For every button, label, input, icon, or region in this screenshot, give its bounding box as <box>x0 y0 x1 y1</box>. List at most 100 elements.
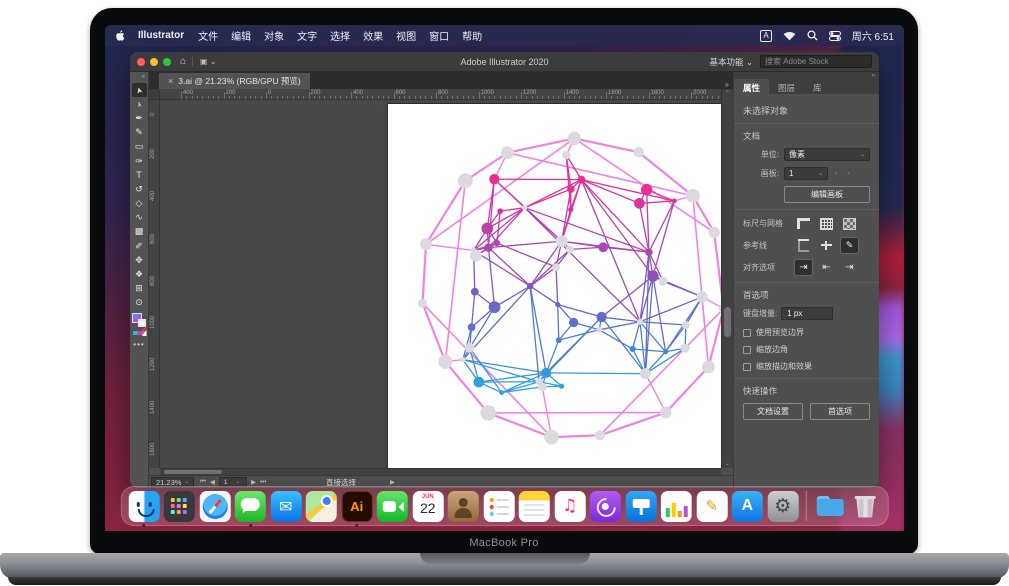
units-select[interactable]: 像素⌄ <box>784 148 870 161</box>
artboard[interactable] <box>388 104 721 468</box>
document-tab[interactable]: × 3.ai @ 21.23% (RGB/GPU 预览) <box>159 73 311 89</box>
first-artboard-icon[interactable]: ⏮ <box>200 478 206 486</box>
vertical-scroll-thumb[interactable] <box>724 307 731 337</box>
panel-tab-属性[interactable]: 属性 <box>734 79 769 94</box>
window-titlebar[interactable]: ⌂ ▣ ⌄ Adobe Illustrator 2020 基本功能 ⌄ <box>130 52 879 72</box>
next-artboard-icon[interactable]: ▶ <box>251 478 256 486</box>
close-window-button[interactable] <box>137 58 145 66</box>
spotlight-search-icon[interactable] <box>807 30 818 41</box>
tab-close-icon[interactable]: × <box>168 76 173 86</box>
snap-to-pixel-icon[interactable] <box>841 260 858 275</box>
direct-selection-tool[interactable]: ➢ <box>132 97 147 111</box>
dock-item-numbers[interactable] <box>661 491 692 522</box>
contacts-icon[interactable] <box>448 491 479 522</box>
horizontal-scroll-thumb[interactable] <box>164 470 222 474</box>
workspace-switcher[interactable]: 基本功能 ⌄ <box>710 56 754 68</box>
calendar-icon[interactable]: JUN22 <box>412 491 443 522</box>
dock-item-trash[interactable] <box>850 491 881 522</box>
shape-builder-tool[interactable]: ❖ <box>132 267 147 281</box>
dock-item-safari[interactable] <box>199 491 230 522</box>
tab-overflow-icon[interactable]: » <box>725 80 733 89</box>
menubar-item[interactable]: 文件 <box>198 28 218 43</box>
document-setup-button[interactable]: 文档设置 <box>743 403 803 420</box>
transparency-grid-icon[interactable] <box>841 216 858 231</box>
vertical-scrollbar[interactable]: ⌃ ⌄ <box>721 89 733 468</box>
dock-item-contacts[interactable] <box>448 491 479 522</box>
gradient-tool[interactable]: ▩ <box>132 225 147 239</box>
menubar-item[interactable]: 文字 <box>297 28 317 43</box>
dock-item-music[interactable] <box>554 491 585 522</box>
artboard-select[interactable]: 1⌄ <box>784 167 828 180</box>
maps-icon[interactable] <box>306 491 337 522</box>
dock-item-facetime[interactable] <box>377 491 408 522</box>
home-icon[interactable]: ⌂ <box>180 56 186 67</box>
corner-ruler-icon[interactable] <box>795 216 812 231</box>
dock-item-keynote[interactable] <box>625 491 656 522</box>
facetime-icon[interactable] <box>377 491 408 522</box>
checkbox[interactable] <box>743 329 751 337</box>
notes-icon[interactable] <box>519 491 550 522</box>
minimize-window-button[interactable] <box>150 58 158 66</box>
stock-search-input[interactable] <box>760 55 872 68</box>
dock-item-reminders[interactable] <box>483 491 514 522</box>
grid-icon[interactable] <box>818 216 835 231</box>
dock-item-launchpad[interactable] <box>164 491 195 522</box>
control-center-icon[interactable] <box>829 31 841 41</box>
pen-tool[interactable]: ✒ <box>132 111 147 125</box>
menubar-item[interactable]: 帮助 <box>462 28 482 43</box>
menubar-item[interactable]: 编辑 <box>231 28 251 43</box>
dock-item-podcasts[interactable] <box>590 491 621 522</box>
eyedropper-tool[interactable]: ✐ <box>132 239 147 253</box>
dock-item-notes[interactable] <box>519 491 550 522</box>
menubar-item[interactable]: 选择 <box>330 28 350 43</box>
stroke-swatch[interactable] <box>138 319 146 327</box>
pages-icon[interactable] <box>696 491 727 522</box>
dock-item-illustrator[interactable]: Ai <box>341 491 372 522</box>
type-tool[interactable]: T <box>132 168 147 182</box>
zoom-tool[interactable]: ⊙ <box>132 296 147 310</box>
numbers-icon[interactable] <box>661 491 692 522</box>
tools-collapse-icon[interactable]: » <box>142 72 148 83</box>
reminders-icon[interactable] <box>483 491 514 522</box>
guides-icon[interactable] <box>795 238 812 253</box>
scale-tool[interactable]: ◇ <box>132 197 147 211</box>
launchpad-icon[interactable] <box>164 491 195 522</box>
curvature-tool[interactable]: ✎ <box>132 126 147 140</box>
horizontal-scrollbar[interactable] <box>160 468 721 475</box>
zoom-window-button[interactable] <box>163 58 171 66</box>
music-icon[interactable] <box>554 491 585 522</box>
menubar-item[interactable]: 效果 <box>363 28 383 43</box>
checkbox[interactable] <box>743 363 751 371</box>
edit-artboards-button[interactable]: 编辑画板 <box>784 186 870 203</box>
ruler-origin-corner[interactable] <box>149 89 160 100</box>
dock-item-messages[interactable] <box>235 491 266 522</box>
mail-icon[interactable] <box>270 491 301 522</box>
appstore-icon[interactable] <box>732 491 763 522</box>
artboard-tool[interactable]: ⊞ <box>132 282 147 296</box>
finder-icon[interactable] <box>128 491 159 522</box>
color-mode-bar[interactable] <box>133 331 146 335</box>
vertical-ruler[interactable]: 02004006008001000120014001600 <box>149 100 160 468</box>
hand-tool[interactable]: ✥ <box>132 253 147 267</box>
dock-item-pages[interactable] <box>696 491 727 522</box>
paintbrush-tool[interactable]: ✑ <box>132 154 147 168</box>
dock-item-folder[interactable] <box>814 491 845 522</box>
menubar-item[interactable]: 窗口 <box>429 28 449 43</box>
dock-item-finder[interactable] <box>128 491 159 522</box>
dock-item-calendar[interactable]: JUN22 <box>412 491 443 522</box>
scroll-down-icon[interactable]: ⌄ <box>725 460 730 467</box>
dock-item-appstore[interactable] <box>732 491 763 522</box>
preferences-button[interactable]: 首选项 <box>810 403 870 420</box>
smart-guides-icon[interactable] <box>818 238 835 253</box>
status-options-icon[interactable]: ▶ <box>390 478 395 486</box>
edit-toolbar-icon[interactable]: ••• <box>133 340 144 349</box>
trash-icon[interactable] <box>850 491 881 522</box>
lock-guides-icon[interactable] <box>841 238 858 253</box>
panel-tab-库[interactable]: 库 <box>804 79 831 94</box>
artboard-prev-next-icons[interactable]: ‹ › <box>835 170 854 177</box>
menubar-app-name[interactable]: Illustrator <box>138 30 184 41</box>
snap-to-grid-icon[interactable] <box>818 260 835 275</box>
wifi-icon[interactable] <box>783 31 796 41</box>
dock-item-maps[interactable] <box>306 491 337 522</box>
menubar-item[interactable]: 视图 <box>396 28 416 43</box>
